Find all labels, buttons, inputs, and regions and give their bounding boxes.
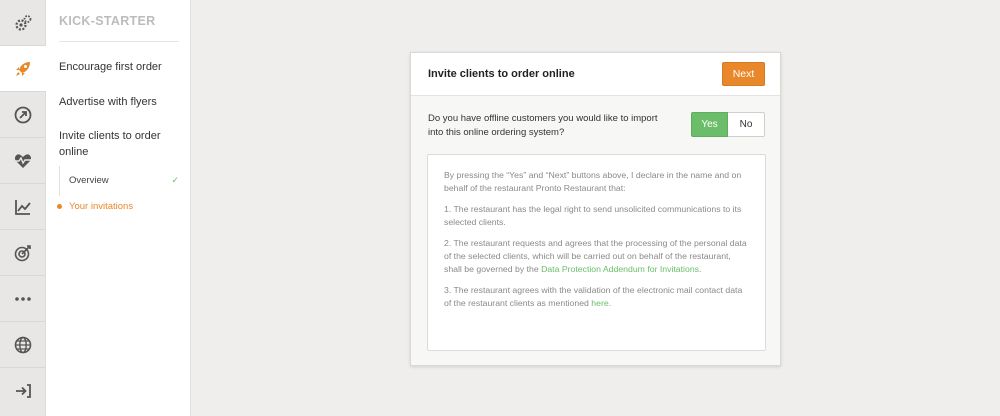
rail-item-stats[interactable] xyxy=(0,184,46,230)
active-dot-icon xyxy=(57,204,62,209)
arrow-circle-icon xyxy=(14,106,32,123)
subnav-item-your-invitations[interactable]: Your invitations xyxy=(69,201,179,212)
more-dots-icon xyxy=(15,296,31,301)
nav-title: KICK-STARTER xyxy=(59,14,156,28)
kickstarter-nav: KICK-STARTER Encourage first order Adver… xyxy=(46,0,191,416)
rail-item-kickstarter[interactable] xyxy=(0,46,46,92)
rail-item-target[interactable] xyxy=(0,230,46,276)
sign-in-icon xyxy=(16,384,31,398)
nav-item-encourage-first-order[interactable]: Encourage first order xyxy=(59,59,184,75)
check-icon: ✓ xyxy=(171,175,179,185)
heart-pulse-icon xyxy=(14,153,32,168)
rail-item-health[interactable] xyxy=(0,138,46,184)
declaration-box: By pressing the “Yes” and “Next” buttons… xyxy=(427,154,766,351)
gears-icon xyxy=(15,14,32,31)
nav-divider xyxy=(59,41,179,42)
no-button[interactable]: No xyxy=(728,112,765,137)
subnav-line xyxy=(59,166,60,196)
declaration-point-2-end: . xyxy=(699,264,702,274)
target-icon xyxy=(14,244,31,261)
yes-button[interactable]: Yes xyxy=(691,112,728,137)
rail-item-globe[interactable] xyxy=(0,322,46,368)
rail-item-more[interactable] xyxy=(0,276,46,322)
here-link[interactable]: here xyxy=(591,298,608,308)
nav-item-invite-clients[interactable]: Invite clients to order online xyxy=(59,128,184,160)
subnav-item-overview[interactable]: Overview ✓ xyxy=(69,175,179,186)
declaration-point-3: 3. The restaurant agrees with the valida… xyxy=(444,284,749,310)
rail-item-arrow[interactable] xyxy=(0,92,46,138)
rail-item-settings[interactable] xyxy=(0,0,46,46)
nav-item-advertise-flyers[interactable]: Advertise with flyers xyxy=(59,94,184,110)
card-header: Invite clients to order online Next xyxy=(411,53,780,96)
rail-item-signin[interactable] xyxy=(0,368,46,414)
declaration-point-1: 1. The restaurant has the legal right to… xyxy=(444,204,742,227)
card-title: Invite clients to order online xyxy=(428,68,575,80)
next-button[interactable]: Next xyxy=(722,62,765,86)
globe-icon xyxy=(14,336,32,353)
subnav-item-label: Overview xyxy=(69,175,109,186)
declaration-intro: By pressing the “Yes” and “Next” buttons… xyxy=(444,170,742,193)
import-question: Do you have offline customers you would … xyxy=(428,113,658,138)
declaration-point-2: 2. The restaurant requests and agrees th… xyxy=(444,237,749,276)
icon-rail xyxy=(0,0,46,416)
declaration-point-3-end: . xyxy=(608,298,612,308)
invite-card: Invite clients to order online Next Do y… xyxy=(410,52,781,366)
trend-chart-icon xyxy=(15,199,31,215)
data-protection-link[interactable]: Data Protection Addendum for Invitations xyxy=(541,264,699,274)
yes-no-toggle: Yes No xyxy=(691,112,765,137)
rocket-icon xyxy=(16,61,30,76)
